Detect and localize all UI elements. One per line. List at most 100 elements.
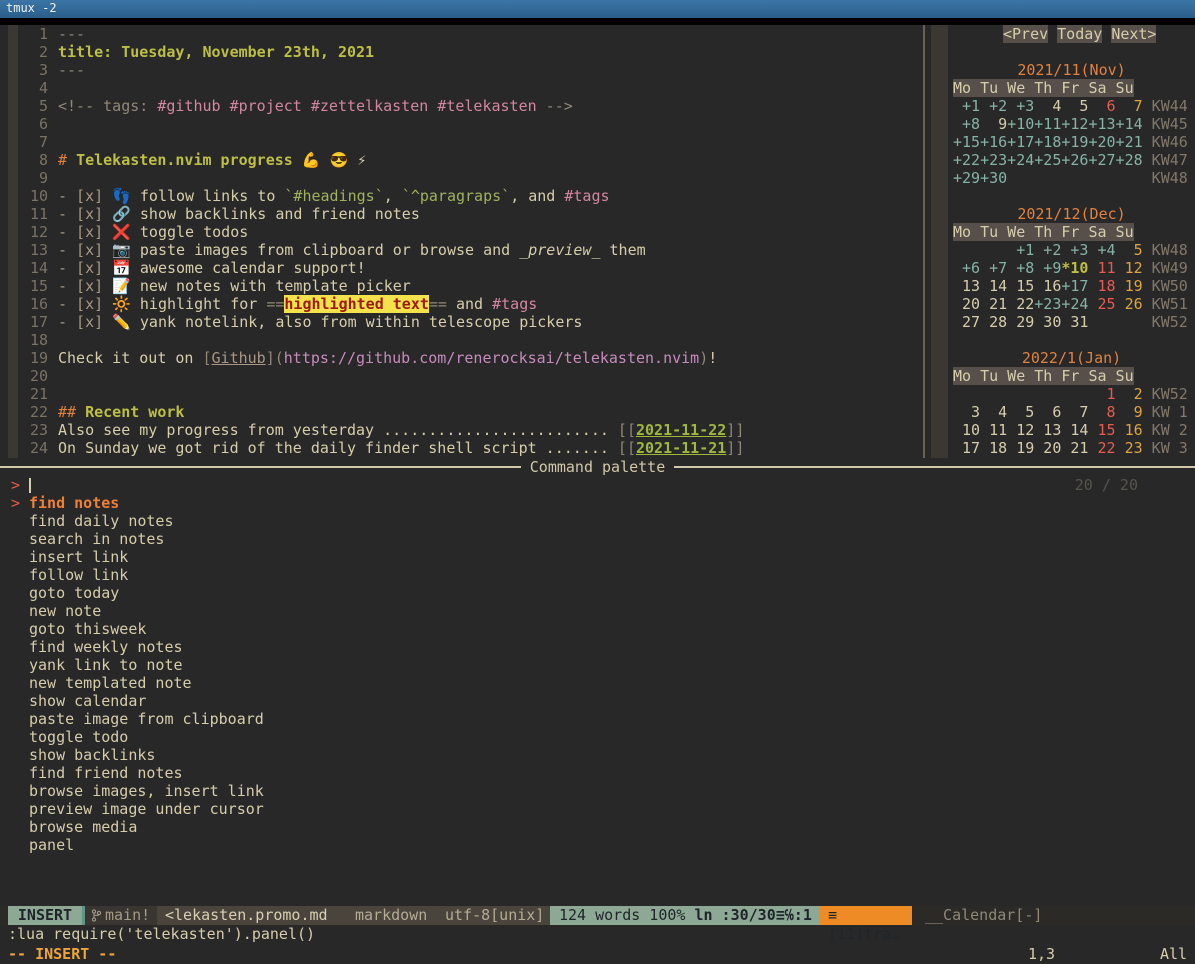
- palette-item[interactable]: follow link: [0, 566, 1195, 584]
- calendar-day-row[interactable]: +15+16+17+18+19+20+21 KW46: [953, 133, 1190, 151]
- token-cmt: <!-- tags:: [58, 97, 157, 115]
- palette-item[interactable]: preview image under cursor: [0, 800, 1195, 818]
- calendar-day-row[interactable]: 10 11 12 13 14 15 16 KW 2: [953, 421, 1190, 439]
- palette-item[interactable]: find weekly notes: [0, 638, 1195, 656]
- calendar-nav-today-button[interactable]: Today: [1057, 25, 1102, 43]
- palette-item[interactable]: browse images, insert link: [0, 782, 1195, 800]
- palette-selected-item[interactable]: > find notes: [0, 494, 1195, 512]
- editor-line[interactable]: 18: [18, 331, 920, 349]
- calendar-day-row[interactable]: 17 18 19 20 21 22 23 KW 3: [953, 439, 1190, 457]
- palette-item[interactable]: toggle todo: [0, 728, 1195, 746]
- calendar-day-row[interactable]: +29+30 KW48: [953, 169, 1190, 187]
- markdown-editor[interactable]: 1---2title: Tuesday, November 23th, 2021…: [18, 25, 920, 457]
- editor-line[interactable]: 23Also see my progress from yesterday ..…: [18, 421, 920, 439]
- calendar-day-row[interactable]: +1 +2 +3 +4 5 KW48: [953, 241, 1190, 259]
- editor-line[interactable]: 17- [x] ✏️ yank notelink, also from with…: [18, 313, 920, 331]
- calendar-day-row[interactable]: 27 28 29 30 31 KW52: [953, 313, 1190, 331]
- palette-item[interactable]: paste image from clipboard: [0, 710, 1195, 728]
- command-line[interactable]: :lua require('telekasten').panel(): [8, 925, 315, 943]
- token-sun: 16: [1116, 421, 1143, 439]
- palette-item[interactable]: new templated note: [0, 674, 1195, 692]
- token-hm: #: [58, 151, 76, 169]
- calendar-pane[interactable]: <Prev Today Next> 2021/11(Nov)Mo Tu We Th F…: [953, 25, 1190, 475]
- token-sun: 7: [1116, 97, 1143, 115]
- editor-line[interactable]: 11- [x] 🔗 show backlinks and friend note…: [18, 205, 920, 223]
- palette-item[interactable]: insert link: [0, 548, 1195, 566]
- palette-item[interactable]: yank link to note: [0, 656, 1195, 674]
- palette-item[interactable]: show backlinks: [0, 746, 1195, 764]
- insert-mode-text: -- INSERT --: [8, 945, 116, 963]
- calendar-day-row[interactable]: +8 9+10+11+12+13+14 KW45: [953, 115, 1190, 133]
- calendar-weekday-header: Mo Tu We Th Fr Sa Su: [953, 79, 1190, 97]
- palette-prompt-row[interactable]: > 20 / 20: [0, 476, 1195, 494]
- editor-line[interactable]: 10- [x] 👣 follow links to `#headings`, `…: [18, 187, 920, 205]
- calendar-day-row[interactable]: +1 +2 +3 4 5 6 7 KW44: [953, 97, 1190, 115]
- editor-line[interactable]: 4: [18, 79, 920, 97]
- token-teal: +23+24: [1034, 295, 1088, 313]
- token-kw: KW52: [1143, 313, 1188, 331]
- calendar-spacer: [953, 43, 1190, 61]
- token-pad: [953, 241, 1007, 259]
- token-kw: KW48: [1143, 241, 1188, 259]
- token-sat: 6: [1088, 97, 1115, 115]
- editor-line[interactable]: 7: [18, 133, 920, 151]
- line-content: - [x] ❌ toggle todos: [48, 223, 248, 241]
- calendar-day-row[interactable]: 20 21 22+23+24 25 26 KW51: [953, 295, 1190, 313]
- line-number: 20: [18, 367, 48, 385]
- editor-line[interactable]: 19Check it out on [Github](https://githu…: [18, 349, 920, 367]
- editor-line[interactable]: 22## Recent work: [18, 403, 920, 421]
- editor-line[interactable]: 13- [x] 📷 paste images from clipboard or…: [18, 241, 920, 259]
- calendar-left-gutter[interactable]: [931, 25, 948, 458]
- token-emoji: ❌: [112, 223, 131, 241]
- editor-line[interactable]: 15- [x] 📝 new notes with template picker: [18, 277, 920, 295]
- token-cmt: ]]: [726, 439, 744, 457]
- editor-line[interactable]: 1---: [18, 25, 920, 43]
- token-kw: KW51: [1143, 295, 1188, 313]
- palette-item[interactable]: find friend notes: [0, 764, 1195, 782]
- editor-line[interactable]: 12- [x] ❌ toggle todos: [18, 223, 920, 241]
- editor-line[interactable]: 14- [x] 📅 awesome calendar support!: [18, 259, 920, 277]
- palette-item[interactable]: search in notes: [0, 530, 1195, 548]
- palette-item[interactable]: browse media: [0, 818, 1195, 836]
- calendar-nav-next-button[interactable]: Next>: [1111, 25, 1156, 43]
- line-content: - [x] 📷 paste images from clipboard or b…: [48, 241, 646, 259]
- line-content: - [x] 📅 awesome calendar support!: [48, 259, 366, 277]
- token-cmt: [: [203, 349, 212, 367]
- token-url: https://github.com/renerocksai/telekaste…: [284, 349, 699, 367]
- token-cream: 27 28 29 30 31: [953, 313, 1088, 331]
- token-cmt: ---: [58, 25, 85, 43]
- line-content: [48, 385, 58, 403]
- editor-line[interactable]: 6: [18, 115, 920, 133]
- calendar-day-row[interactable]: 3 4 5 6 7 8 9 KW 1: [953, 403, 1190, 421]
- palette-item[interactable]: show calendar: [0, 692, 1195, 710]
- editor-line[interactable]: 8# Telekasten.nvim progress 💪 😎 ⚡: [18, 151, 920, 169]
- terminal-content: 1---2title: Tuesday, November 23th, 2021…: [0, 25, 1195, 964]
- calendar-day-row[interactable]: 13 14 15 16+17 18 19 KW50: [953, 277, 1190, 295]
- line-number: 17: [18, 313, 48, 331]
- calendar-day-row[interactable]: +22+23+24+25+26+27+28 KW47: [953, 151, 1190, 169]
- palette-item[interactable]: goto today: [0, 584, 1195, 602]
- editor-line[interactable]: 16- [x] 🔆 highlight for ==highlighted te…: [18, 295, 920, 313]
- calendar-month-title: 2021/11(Nov): [953, 61, 1190, 79]
- token-cream: 20 21 22: [953, 295, 1034, 313]
- palette-item[interactable]: find daily notes: [0, 512, 1195, 530]
- editor-line[interactable]: 21: [18, 385, 920, 403]
- line-number: 7: [18, 133, 48, 151]
- calendar-nav-prev-button[interactable]: <Prev: [1003, 25, 1048, 43]
- palette-item[interactable]: new note: [0, 602, 1195, 620]
- calendar-day-row[interactable]: 1 2 KW52: [953, 385, 1190, 403]
- token-emoji: 💪 😎 ⚡: [302, 151, 366, 169]
- editor-line[interactable]: 24On Sunday we got rid of the daily find…: [18, 439, 920, 457]
- palette-item[interactable]: panel: [0, 836, 1195, 854]
- calendar-day-row[interactable]: +6 +7 +8 +9*10 11 12 KW49: [953, 259, 1190, 277]
- palette-item[interactable]: goto thisweek: [0, 620, 1195, 638]
- token-tag: #telekasten: [437, 97, 536, 115]
- editor-line[interactable]: 5<!-- tags: #github #project #zettelkast…: [18, 97, 920, 115]
- token-teal: +8: [953, 115, 980, 133]
- editor-line[interactable]: 20: [18, 367, 920, 385]
- editor-line[interactable]: 3---: [18, 61, 920, 79]
- token-txt: them: [600, 241, 645, 259]
- editor-line[interactable]: 9: [18, 169, 920, 187]
- token-gh: Github: [212, 349, 266, 367]
- editor-line[interactable]: 2title: Tuesday, November 23th, 2021: [18, 43, 920, 61]
